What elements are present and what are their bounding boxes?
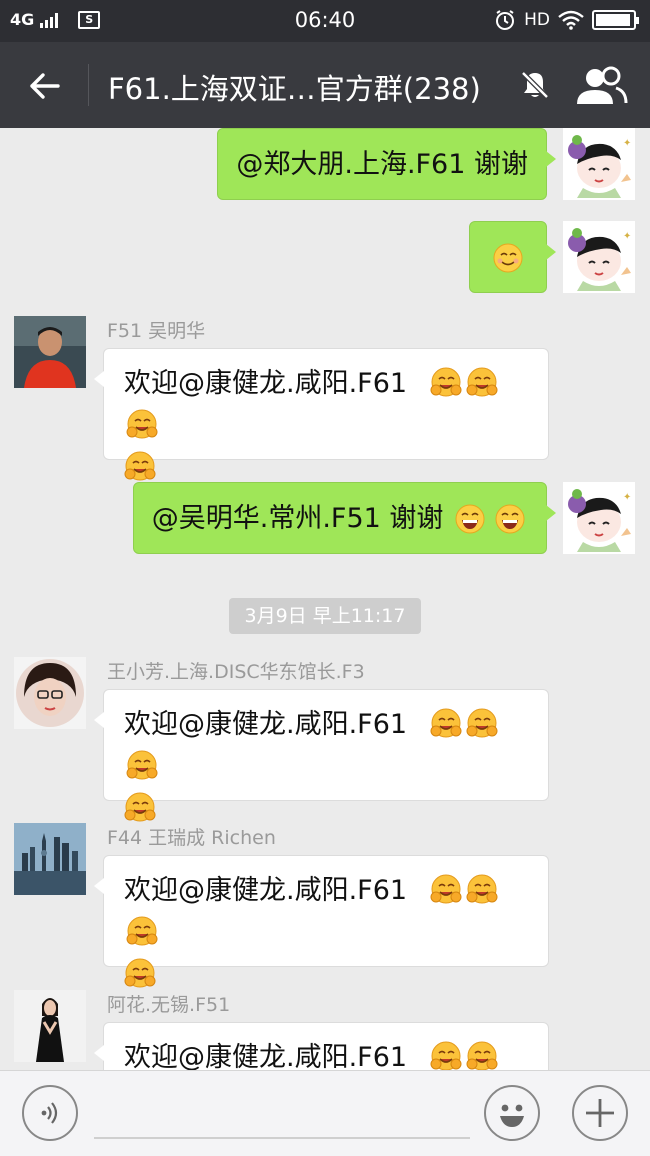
message-text: 欢迎@康健龙.咸阳.F61 [124, 875, 408, 906]
smile-emoji-icon [493, 243, 523, 273]
message-row: F51 吴明华 欢迎@康健龙.咸阳.F61 [0, 316, 650, 481]
sender-avatar[interactable] [14, 316, 86, 388]
message-row: 王小芳.上海.DISC华东馆长.F3 欢迎@康健龙.咸阳.F61 [0, 657, 650, 822]
message-row: F44 王瑞成 Richen 欢迎@康健龙.咸阳.F61 [0, 823, 650, 988]
sender-name: 阿花.无锡.F51 [107, 994, 231, 1016]
page-title: F61.上海双证…官方群(238) [108, 72, 481, 106]
woman-black-dress-avatar-icon [14, 990, 86, 1062]
message-input[interactable] [94, 1137, 470, 1139]
message-row [0, 221, 650, 293]
message-text: @吴明华.常州.F51 谢谢 [151, 503, 444, 534]
cartoon-girl-avatar-icon [563, 128, 635, 200]
group-members-icon[interactable] [572, 64, 628, 108]
emoji-button[interactable] [484, 1085, 540, 1141]
voice-icon [41, 1102, 58, 1124]
message-bubble[interactable]: @郑大朋.上海.F61 谢谢 [217, 128, 556, 200]
mute-icon [520, 70, 550, 100]
message-row: @郑大朋.上海.F61 谢谢 [0, 128, 650, 200]
my-avatar[interactable] [563, 128, 635, 200]
message-text: @郑大朋.上海.F61 谢谢 [236, 149, 528, 180]
message-bubble[interactable]: 欢迎@康健龙.咸阳.F61 [94, 348, 549, 481]
message-bubble[interactable]: 欢迎@康健龙.咸阳.F61 [94, 689, 549, 822]
message-text: 欢迎@康健龙.咸阳.F61 [124, 368, 408, 399]
sender-name: 王小芳.上海.DISC华东馆长.F3 [107, 661, 365, 683]
grin-hands-emoji-icon [429, 874, 462, 904]
cartoon-girl-avatar-icon [563, 221, 635, 293]
grin-hands-emoji-icon [429, 367, 462, 397]
hd-indicator: HD [524, 10, 550, 30]
message-bubble[interactable]: @吴明华.常州.F51 谢谢 [132, 482, 557, 554]
grin-hands-emoji-icon [126, 750, 158, 780]
grin-hands-emoji-icon [465, 874, 498, 904]
my-avatar[interactable] [563, 482, 635, 554]
sender-avatar[interactable] [14, 990, 86, 1062]
laughing-emoji-icon [495, 504, 525, 534]
battery-icon [592, 10, 639, 30]
grin-hands-emoji-icon [126, 916, 158, 946]
grin-hands-emoji-icon [465, 1041, 498, 1070]
alarm-icon [496, 10, 515, 30]
sender-name: F51 吴明华 [107, 320, 206, 342]
grin-hands-emoji-icon [465, 367, 498, 397]
plus-icon [586, 1099, 614, 1127]
plus-button[interactable] [572, 1085, 628, 1141]
grin-hands-emoji-icon [465, 708, 498, 738]
battery-level [596, 14, 631, 26]
status-bar: 4G S 06:40 HD [0, 0, 650, 42]
woman-glasses-avatar-icon [14, 657, 86, 729]
sender-name: F44 王瑞成 Richen [107, 827, 276, 849]
grin-hands-emoji-icon [429, 708, 462, 738]
grin-hands-emoji-icon [124, 451, 156, 481]
timestamp-badge: 3月9日 早上11:17 [229, 598, 421, 634]
back-arrow-icon[interactable] [22, 64, 66, 108]
message-bubble[interactable]: 欢迎@康健龙.咸阳.F61 [94, 1022, 549, 1070]
sender-avatar[interactable] [14, 823, 86, 895]
voice-button[interactable] [22, 1085, 78, 1141]
message-text: 欢迎@康健龙.咸阳.F61 [124, 1042, 408, 1070]
message-row: 阿花.无锡.F51 欢迎@康健龙.咸阳.F61 [0, 990, 650, 1070]
input-bar [0, 1070, 650, 1156]
city-skyline-avatar-icon [14, 823, 86, 895]
wifi-icon [558, 10, 584, 30]
grin-hands-emoji-icon [429, 1041, 462, 1070]
emoji-icon [500, 1104, 524, 1127]
cartoon-girl-avatar-icon [563, 482, 635, 554]
message-text: 欢迎@康健龙.咸阳.F61 [124, 709, 408, 740]
grin-hands-emoji-icon [124, 958, 156, 988]
grin-hands-emoji-icon [124, 792, 156, 822]
chat-header: F61.上海双证…官方群(238) [0, 42, 650, 128]
my-avatar[interactable] [563, 221, 635, 293]
man-red-shirt-avatar-icon [14, 316, 86, 388]
header-divider [88, 64, 89, 106]
message-bubble[interactable] [469, 221, 556, 293]
message-list[interactable]: @郑大朋.上海.F61 谢谢 F51 吴明华 欢迎@康健龙.咸阳.F61 @吴明… [0, 128, 650, 1070]
message-row: @吴明华.常州.F51 谢谢 [0, 482, 650, 554]
laughing-emoji-icon [455, 504, 485, 534]
sender-avatar[interactable] [14, 657, 86, 729]
message-bubble[interactable]: 欢迎@康健龙.咸阳.F61 [94, 855, 549, 988]
grin-hands-emoji-icon [126, 409, 158, 439]
